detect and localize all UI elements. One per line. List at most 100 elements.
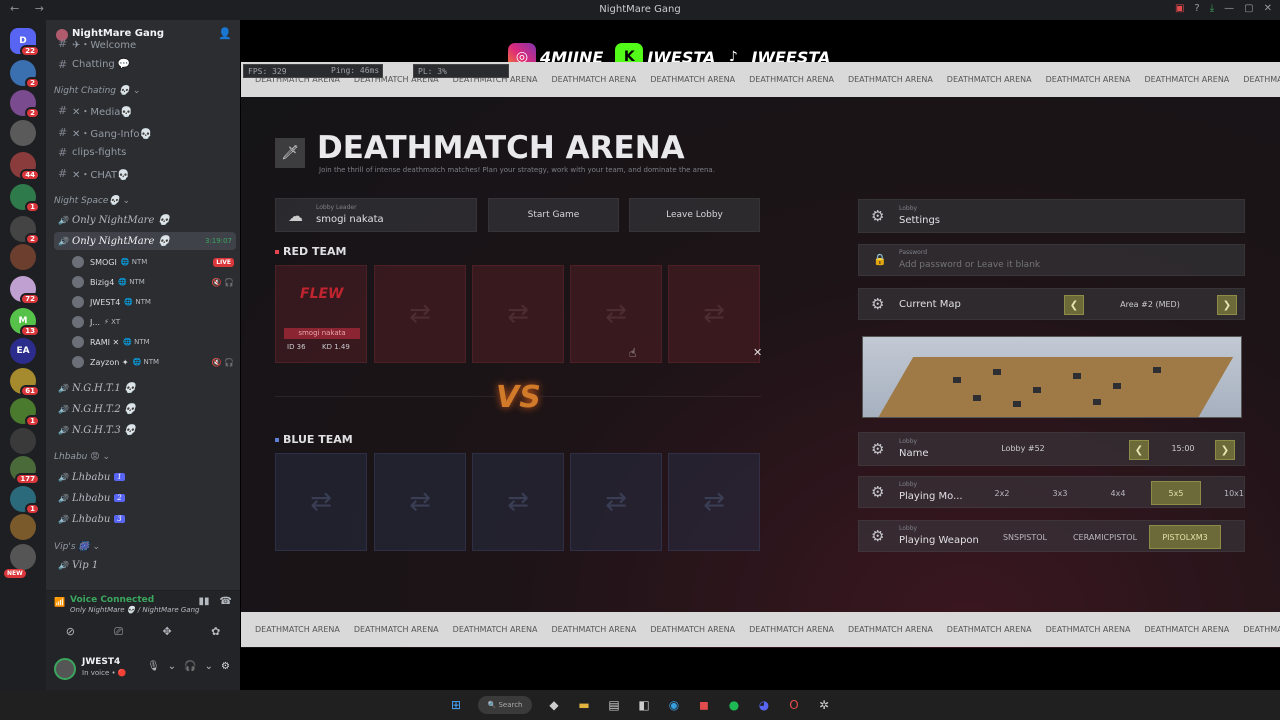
blue-slot-3[interactable]: ⇄ [472,453,564,551]
voice-channel[interactable]: 🔊 Lhbabu 1 [54,468,236,486]
weapon-option[interactable]: CERAMICPISTOL [1069,525,1141,549]
password-input[interactable] [899,258,1229,272]
voice-channel[interactable]: 🔊 N.G.H.T.2 💀 [54,400,236,418]
voice-channel[interactable]: 🔊 N.G.H.T.1 💀 [54,379,236,397]
server-icon[interactable]: EA [10,338,36,364]
server-icon[interactable] [10,428,36,454]
mode-option[interactable]: 2x2 [977,481,1027,505]
camera-icon[interactable]: ⊘ [66,625,75,639]
taskbar-search[interactable]: 🔍 Search [478,696,532,714]
map-next-button[interactable]: ❯ [1217,295,1237,315]
text-channel[interactable]: # Chatting 💬 [54,55,236,73]
voice-member[interactable]: JWEST4 🌐 NTM [72,293,234,311]
server-icon[interactable]: NEW [4,544,36,578]
channel-category[interactable]: #Night Chating 💀 ⌄ [54,82,236,100]
server-icon[interactable]: 1 [10,486,40,515]
time-next-button[interactable]: ❯ [1215,440,1235,460]
red-slot-2[interactable]: ⇄ [374,265,466,363]
text-channel[interactable]: # ✕・CHAT💀 [54,164,236,182]
voice-member[interactable]: J... ⚡ XT [72,313,234,331]
voice-status[interactable]: Voice Connected [70,595,154,605]
gear-icon[interactable]: ⚙ [221,661,230,672]
server-icon[interactable] [10,120,36,146]
download-icon[interactable]: ⤓ [1210,3,1214,14]
voice-member[interactable]: SMOGI 🌐 NTM LIVE [72,253,234,271]
text-channel[interactable]: # ✕・Media💀 [54,101,236,119]
red-slot-1[interactable]: FLEW smogi nakata ID 36 KD 1.49 [275,265,367,363]
microphone-icon[interactable]: 🎙 [147,661,160,672]
voice-member[interactable]: Zayzon ✦ 🌐 NTM 🔇 🎧 [72,353,234,371]
weapon-option[interactable]: PISTOLXM3 [1149,525,1221,549]
text-channel[interactable]: # clips-fights [54,143,236,161]
channel-category[interactable]: #Lhbabu 😡 ⌄ [54,448,236,466]
red-slot-4[interactable]: ⇄ [570,265,662,363]
time-prev-button[interactable]: ❮ [1129,440,1149,460]
server-icon[interactable]: 2 [10,90,40,119]
server-icon[interactable]: 72 [10,276,40,305]
voice-channel[interactable]: 🔊 Lhbabu 2 [54,489,236,507]
map-prev-button[interactable]: ❮ [1064,295,1084,315]
server-icon[interactable] [10,514,36,540]
inbox-icon[interactable]: ▣ [1175,3,1184,14]
text-channel[interactable]: # ✈・Welcome [54,34,236,52]
server-icon[interactable]: 44 [10,152,40,181]
server-icon[interactable]: 2 [10,216,40,245]
weapon-option[interactable]: SNSPISTOL [989,525,1061,549]
minimize-icon[interactable]: — [1224,3,1234,14]
edge-icon[interactable]: ◉ [666,698,682,712]
discord-icon[interactable]: ◕ [756,698,772,712]
chevron-down-icon[interactable]: ⌄ [205,661,213,672]
lobby-name-value[interactable]: Lobby #52 [959,444,1087,453]
maximize-icon[interactable]: ▢ [1244,3,1253,14]
voice-channel[interactable]: 🔊 Lhbabu 3 [54,510,236,528]
blue-slot-5[interactable]: ⇄ [668,453,760,551]
mode-option[interactable]: 5x5 [1151,481,1201,505]
leave-lobby-button[interactable]: Leave Lobby [629,198,760,232]
blue-slot-2[interactable]: ⇄ [374,453,466,551]
app-icon[interactable]: ◧ [636,698,652,712]
red-slot-5[interactable]: ⇄ [668,265,760,363]
server-icon[interactable]: 177 [10,456,40,485]
voice-channel[interactable]: 🔊 Only NightMare 💀 3:19:07 [54,232,236,250]
mode-option[interactable]: 4x4 [1093,481,1143,505]
screen-share-icon[interactable]: ⎚ [114,625,123,639]
red-slot-3[interactable]: ⇄ [472,265,564,363]
channel-category[interactable]: #Night Space💀 ⌄ [54,192,236,210]
soundboard-icon[interactable]: ✿ [211,625,220,639]
mode-option[interactable]: 10x1 [1209,481,1244,505]
mode-option[interactable]: 3x3 [1035,481,1085,505]
user-name[interactable]: JWEST4 [82,657,120,667]
activity-icon[interactable]: ✥ [162,625,171,639]
channel-category[interactable]: #Vip's 🎆 ⌄ [54,538,236,556]
opera-icon[interactable]: O [786,698,802,712]
app-icon[interactable]: ◼ [696,698,712,712]
chevron-down-icon[interactable]: ⌄ [168,661,176,672]
server-icon[interactable]: 1 [10,184,40,213]
avatar[interactable] [54,658,76,680]
weapon-option[interactable]: HE [1229,525,1244,549]
text-channel[interactable]: # ✕・Gang-Info💀 [54,123,236,141]
windows-start-icon[interactable]: ⊞ [448,698,464,712]
blue-slot-4[interactable]: ⇄ [570,453,662,551]
voice-member[interactable]: Bizig4 🌐 NTM 🔇 🎧 [72,273,234,291]
server-icon[interactable] [10,244,36,270]
app-icon[interactable]: ✲ [816,698,832,712]
store-icon[interactable]: ▤ [606,698,622,712]
voice-channel[interactable]: 🔊 Vip 1 [54,556,236,574]
spotify-icon[interactable]: ● [726,698,742,712]
disconnect-icon[interactable]: ☎ [220,596,232,607]
app-icon[interactable]: ◆ [546,698,562,712]
blue-slot-1[interactable]: ⇄ [275,453,367,551]
server-icon[interactable]: 2 [10,60,40,89]
server-icon[interactable]: 1 [10,398,40,427]
voice-member[interactable]: RAMI ✕ 🌐 NTM [72,333,234,351]
close-icon[interactable]: ✕ [1264,3,1272,14]
close-icon[interactable]: ✕ [753,346,762,359]
start-game-button[interactable]: Start Game [488,198,619,232]
noise-icon[interactable]: ▮▮ [199,596,210,607]
voice-channel[interactable]: 🔊 N.G.H.T.3 💀 [54,421,236,439]
headphones-icon[interactable]: 🎧 [184,661,196,672]
server-icon[interactable]: D 22 [10,28,40,57]
voice-channel-path[interactable]: Only NightMare 💀 / NightMare Gang [70,606,199,614]
file-explorer-icon[interactable]: ▬ [576,698,592,712]
